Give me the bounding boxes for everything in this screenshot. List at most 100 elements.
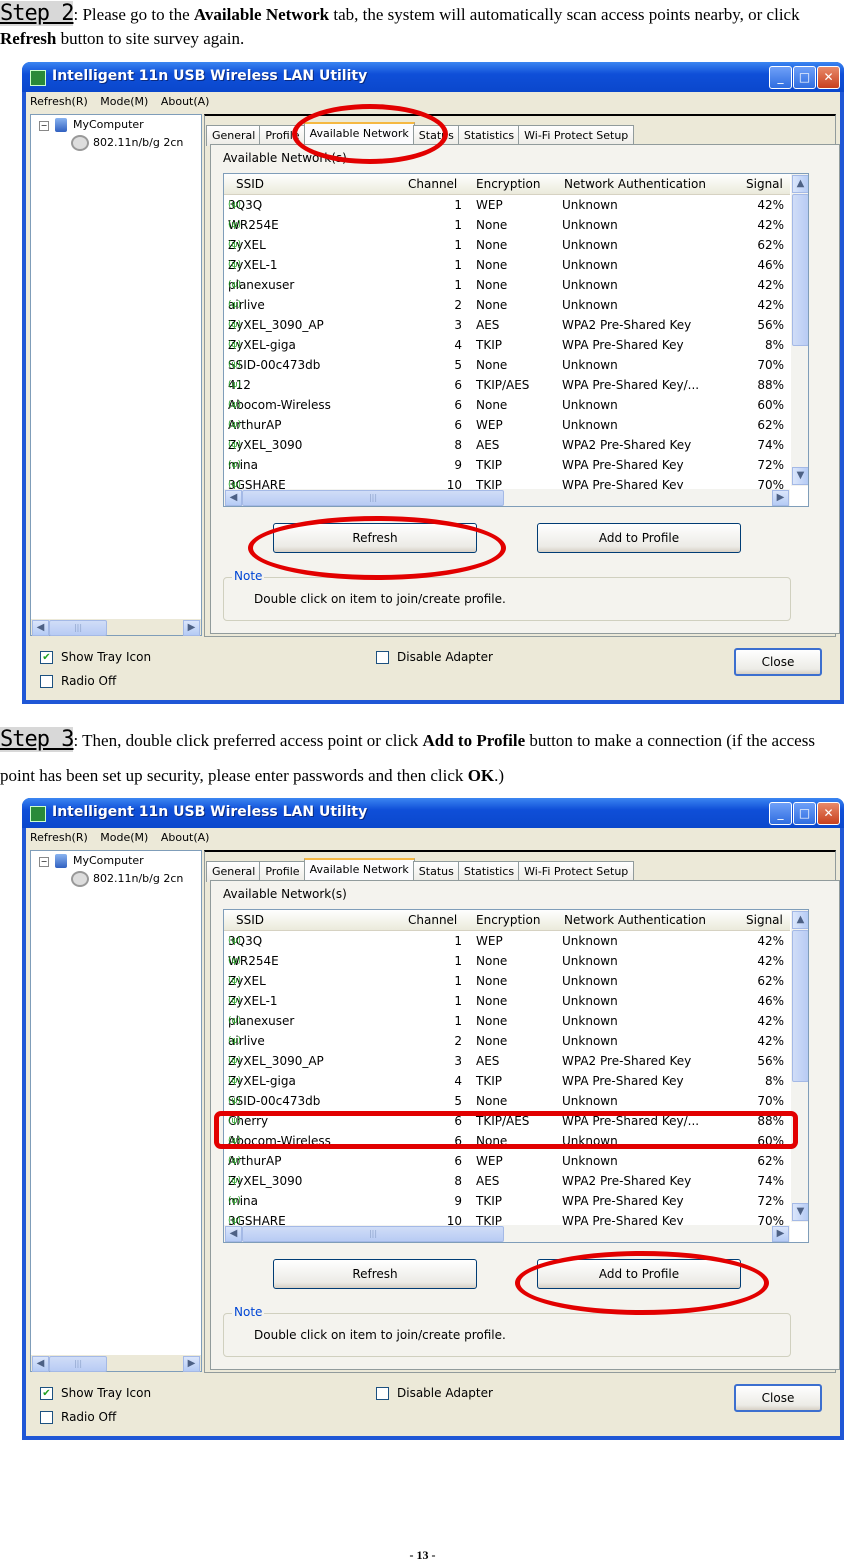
network-row[interactable]: (ψ) airlive 2 None Unknown 42% bbox=[224, 1031, 790, 1051]
tab-general[interactable]: General bbox=[206, 125, 262, 146]
refresh-button[interactable]: Refresh bbox=[273, 1259, 477, 1289]
column-encryption[interactable]: Encryption bbox=[476, 177, 540, 191]
scroll-up-icon[interactable]: ▲ bbox=[792, 175, 808, 193]
network-row[interactable]: (ψ) WR254E 1 None Unknown 42% bbox=[224, 951, 790, 971]
show-tray-icon-checkbox[interactable]: ✔ Show Tray Icon bbox=[40, 1386, 151, 1400]
scroll-thumb[interactable]: ||| bbox=[49, 1356, 107, 1372]
scroll-down-icon[interactable]: ▼ bbox=[792, 1203, 808, 1221]
network-row[interactable]: (ψ) planexuser 1 None Unknown 42% bbox=[224, 275, 790, 295]
network-row[interactable]: (ψ) ZyXEL-giga 4 TKIP WPA Pre-Shared Key 8% bbox=[224, 1071, 790, 1091]
network-row[interactable]: (ψ) airlive 2 None Unknown 42% bbox=[224, 295, 790, 315]
network-row[interactable]: (ψ) ZyXEL_3090 8 AES WPA2 Pre-Shared Key 74% bbox=[224, 435, 790, 455]
list-vertical-scrollbar[interactable]: ▲ ▼ bbox=[791, 174, 808, 486]
scroll-thumb[interactable]: ||| bbox=[49, 620, 107, 636]
tab-available-network[interactable]: Available Network bbox=[303, 122, 415, 146]
column-signal[interactable]: Signal bbox=[746, 913, 783, 927]
column-ssid[interactable]: SSID bbox=[236, 177, 264, 191]
list-horizontal-scrollbar[interactable]: ◀ ||| ▶ bbox=[224, 1225, 790, 1242]
network-row[interactable]: (ψ) ArthurAP 6 WEP Unknown 62% bbox=[224, 415, 790, 435]
network-row[interactable]: (ψ) ArthurAP 6 WEP Unknown 62% bbox=[224, 1151, 790, 1171]
window-close-button[interactable]: ✕ bbox=[817, 66, 840, 89]
maximize-button[interactable]: □ bbox=[793, 802, 816, 825]
scroll-left-icon[interactable]: ◀ bbox=[225, 490, 242, 506]
disable-adapter-checkbox[interactable]: Disable Adapter bbox=[376, 650, 493, 664]
scroll-down-icon[interactable]: ▼ bbox=[792, 467, 808, 485]
menu-about[interactable]: About(A) bbox=[157, 92, 215, 108]
network-row[interactable]: (ψ) ZyXEL-giga 4 TKIP WPA Pre-Shared Key 8% bbox=[224, 335, 790, 355]
maximize-button[interactable]: □ bbox=[793, 66, 816, 89]
collapse-icon[interactable]: − bbox=[39, 857, 49, 867]
column-signal[interactable]: Signal bbox=[746, 177, 783, 191]
tree-horizontal-scrollbar[interactable]: ◀ ||| ▶ bbox=[31, 1355, 201, 1372]
checkbox-checked-icon[interactable]: ✔ bbox=[40, 650, 53, 664]
checkbox-unchecked-icon[interactable] bbox=[376, 1386, 389, 1400]
column-channel[interactable]: Channel bbox=[408, 913, 457, 927]
network-row[interactable]: (ψ) ZyXEL 1 None Unknown 62% bbox=[224, 971, 790, 991]
column-channel[interactable]: Channel bbox=[408, 177, 457, 191]
tab-wifi-protect-setup[interactable]: Wi-Fi Protect Setup bbox=[518, 125, 635, 146]
scroll-right-icon[interactable]: ▶ bbox=[772, 1226, 789, 1242]
tab-profile[interactable]: Profile bbox=[259, 125, 306, 146]
tab-available-network[interactable]: Available Network bbox=[303, 858, 415, 882]
tree-horizontal-scrollbar[interactable]: ◀ ||| ▶ bbox=[31, 619, 201, 636]
menu-mode[interactable]: Mode(M) bbox=[96, 92, 153, 108]
close-button[interactable]: Close bbox=[734, 648, 822, 676]
menu-about[interactable]: About(A) bbox=[157, 828, 215, 844]
menu-refresh[interactable]: Refresh(R) bbox=[26, 828, 93, 844]
tree-node-adapter[interactable]: 802.11n/b/g 2cn bbox=[71, 871, 183, 887]
network-row[interactable]: (ψ) ZyXEL 1 None Unknown 62% bbox=[224, 235, 790, 255]
collapse-icon[interactable]: − bbox=[39, 121, 49, 131]
column-ssid[interactable]: SSID bbox=[236, 913, 264, 927]
tab-statistics[interactable]: Statistics bbox=[457, 125, 521, 146]
column-encryption[interactable]: Encryption bbox=[476, 913, 540, 927]
tree-node-mycomputer[interactable]: − MyComputer bbox=[39, 854, 144, 868]
network-row[interactable]: (ψ) SSID-00c473db 5 None Unknown 70% bbox=[224, 1091, 790, 1111]
tab-statistics[interactable]: Statistics bbox=[457, 861, 521, 882]
network-row[interactable]: (ψ) mina 9 TKIP WPA Pre-Shared Key 72% bbox=[224, 1191, 790, 1211]
show-tray-icon-checkbox[interactable]: ✔ Show Tray Icon bbox=[40, 650, 151, 664]
checkbox-unchecked-icon[interactable] bbox=[40, 1410, 53, 1424]
scroll-right-icon[interactable]: ▶ bbox=[772, 490, 789, 506]
tree-node-adapter[interactable]: 802.11n/b/g 2cn bbox=[71, 135, 183, 151]
disable-adapter-checkbox[interactable]: Disable Adapter bbox=[376, 1386, 493, 1400]
list-vertical-scrollbar[interactable]: ▲ ▼ bbox=[791, 910, 808, 1222]
tab-profile[interactable]: Profile bbox=[259, 861, 306, 882]
scroll-left-icon[interactable]: ◀ bbox=[32, 620, 49, 636]
tab-status[interactable]: Status bbox=[412, 861, 460, 882]
tab-status[interactable]: Status bbox=[412, 125, 460, 146]
network-row-selected[interactable]: (ψ) Cherry 6 TKIP/AES WPA Pre-Shared Key/...… bbox=[224, 1111, 790, 1131]
scroll-right-icon[interactable]: ▶ bbox=[183, 620, 200, 636]
network-row[interactable]: (ψ) mina 9 TKIP WPA Pre-Shared Key 72% bbox=[224, 455, 790, 475]
window-close-button[interactable]: ✕ bbox=[817, 802, 840, 825]
minimize-button[interactable]: _ bbox=[769, 802, 792, 825]
network-row[interactable]: (ψ) Abocom-Wireless 6 None Unknown 60% bbox=[224, 1131, 790, 1151]
network-row[interactable]: (ψ) WR254E 1 None Unknown 42% bbox=[224, 215, 790, 235]
checkbox-unchecked-icon[interactable] bbox=[40, 674, 53, 688]
close-button[interactable]: Close bbox=[734, 1384, 822, 1412]
scroll-left-icon[interactable]: ◀ bbox=[225, 1226, 242, 1242]
network-row[interactable]: (ψ) Abocom-Wireless 6 None Unknown 60% bbox=[224, 395, 790, 415]
menu-mode[interactable]: Mode(M) bbox=[96, 828, 153, 844]
radio-off-checkbox[interactable]: Radio Off bbox=[40, 674, 116, 688]
scroll-thumb[interactable]: ||| bbox=[242, 1226, 504, 1242]
list-horizontal-scrollbar[interactable]: ◀ ||| ▶ bbox=[224, 489, 790, 506]
network-row[interactable]: (ψ) ZyXEL-1 1 None Unknown 46% bbox=[224, 991, 790, 1011]
network-row[interactable]: (ψ) 412 6 TKIP/AES WPA Pre-Shared Key/... 88% bbox=[224, 375, 790, 395]
network-row[interactable]: (ψ) ZyXEL_3090_AP 3 AES WPA2 Pre-Shared Key 5… bbox=[224, 1051, 790, 1071]
add-to-profile-button[interactable]: Add to Profile bbox=[537, 1259, 741, 1289]
network-row[interactable]: (ψ) ZyXEL_3090 8 AES WPA2 Pre-Shared Key 74% bbox=[224, 1171, 790, 1191]
tree-node-mycomputer[interactable]: − MyComputer bbox=[39, 118, 144, 132]
checkbox-unchecked-icon[interactable] bbox=[376, 650, 389, 664]
menu-refresh[interactable]: Refresh(R) bbox=[26, 92, 93, 108]
checkbox-checked-icon[interactable]: ✔ bbox=[40, 1386, 53, 1400]
minimize-button[interactable]: _ bbox=[769, 66, 792, 89]
tab-wifi-protect-setup[interactable]: Wi-Fi Protect Setup bbox=[518, 861, 635, 882]
network-row[interactable]: (ψ) 3Q3Q 1 WEP Unknown 42% bbox=[224, 931, 790, 951]
scroll-thumb[interactable]: ||| bbox=[242, 490, 504, 506]
column-network-authentication[interactable]: Network Authentication bbox=[564, 913, 706, 927]
column-network-authentication[interactable]: Network Authentication bbox=[564, 177, 706, 191]
scroll-left-icon[interactable]: ◀ bbox=[32, 1356, 49, 1372]
network-row[interactable]: (ψ) ZyXEL-1 1 None Unknown 46% bbox=[224, 255, 790, 275]
scroll-thumb[interactable] bbox=[792, 930, 808, 1082]
scroll-up-icon[interactable]: ▲ bbox=[792, 911, 808, 929]
